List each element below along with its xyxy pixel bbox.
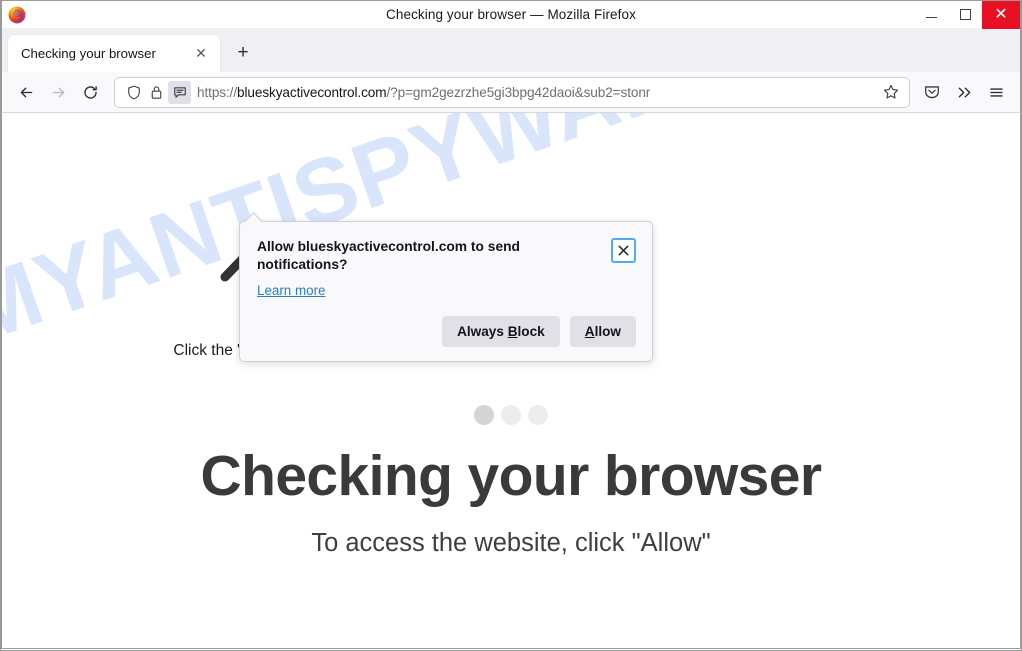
pocket-icon[interactable] xyxy=(916,76,948,108)
url-scheme: https:// xyxy=(197,84,238,100)
minimize-button[interactable] xyxy=(914,1,948,29)
allow-accesskey: A xyxy=(584,324,595,340)
close-window-button[interactable]: ✕ xyxy=(982,0,1020,29)
allow-button[interactable]: Allow xyxy=(569,316,636,348)
always-block-button[interactable]: Always Block xyxy=(442,316,560,348)
url-text[interactable]: https://blueskyactivecontrol.com/?p=gm2g… xyxy=(197,85,878,100)
url-host: blueskyactivecontrol.com xyxy=(237,84,387,100)
notification-permission-popup: Allow blueskyactivecontrol.com to send n… xyxy=(239,221,653,363)
popup-title: Allow blueskyactivecontrol.com to send n… xyxy=(257,239,520,273)
shield-icon[interactable] xyxy=(122,81,145,104)
tab-strip: Checking your browser ✕ + xyxy=(1,28,1021,72)
maximize-button[interactable] xyxy=(948,1,982,29)
new-tab-button[interactable]: + xyxy=(228,38,258,68)
lock-icon[interactable] xyxy=(145,81,168,104)
url-path: /?p=gm2gezrzhe5gi3bpg42daoi&sub2=stonr xyxy=(386,84,651,100)
allow-suffix: llow xyxy=(594,324,621,340)
status-block: Checking your browser To access the webs… xyxy=(2,405,1020,558)
close-icon xyxy=(618,245,629,256)
window-controls: ✕ xyxy=(914,0,1020,29)
forward-button[interactable] xyxy=(42,76,74,108)
overflow-menu-button[interactable] xyxy=(948,76,980,108)
reload-button[interactable] xyxy=(74,76,106,108)
page-subtitle: To access the website, click "Allow" xyxy=(311,528,711,557)
block-prefix: Always xyxy=(457,324,508,340)
bookmark-star-icon[interactable] xyxy=(878,79,904,105)
page-title: Checking your browser xyxy=(200,444,822,508)
spinner-dot-2 xyxy=(501,405,521,425)
learn-more-link[interactable]: Learn more xyxy=(257,283,325,298)
maximize-icon xyxy=(959,9,971,20)
spinner-dot-3 xyxy=(528,405,548,425)
block-suffix: lock xyxy=(517,324,545,340)
tab-label: Checking your browser xyxy=(21,46,156,61)
popup-actions: Always Block Allow xyxy=(257,316,636,348)
identity-box xyxy=(122,80,191,104)
notification-permission-icon[interactable] xyxy=(168,80,191,104)
firefox-window: Checking your browser — Mozilla Firefox … xyxy=(0,0,1022,651)
popup-header: Allow blueskyactivecontrol.com to send n… xyxy=(257,238,636,274)
block-accesskey: B xyxy=(507,324,518,340)
url-bar[interactable]: https://blueskyactivecontrol.com/?p=gm2g… xyxy=(114,76,910,108)
navigation-toolbar: https://blueskyactivecontrol.com/?p=gm2g… xyxy=(1,72,1021,113)
title-bar: Checking your browser — Mozilla Firefox … xyxy=(1,0,1021,29)
popup-close-button[interactable] xyxy=(611,238,636,263)
tab-close-icon[interactable]: ✕ xyxy=(190,43,212,65)
close-icon: ✕ xyxy=(994,5,1008,23)
window-title: Checking your browser — Mozilla Firefox xyxy=(386,7,636,22)
minimize-icon xyxy=(925,17,937,18)
back-button[interactable] xyxy=(10,76,42,108)
tab-checking-your-browser[interactable]: Checking your browser ✕ xyxy=(8,35,220,72)
hamburger-menu-button[interactable] xyxy=(980,76,1012,108)
loading-spinner xyxy=(2,405,1020,425)
page-content: MYANTISPYWARE.COM Click the "Allow" butt… xyxy=(1,113,1021,649)
spinner-dot-1 xyxy=(474,405,494,425)
firefox-logo xyxy=(8,6,26,24)
